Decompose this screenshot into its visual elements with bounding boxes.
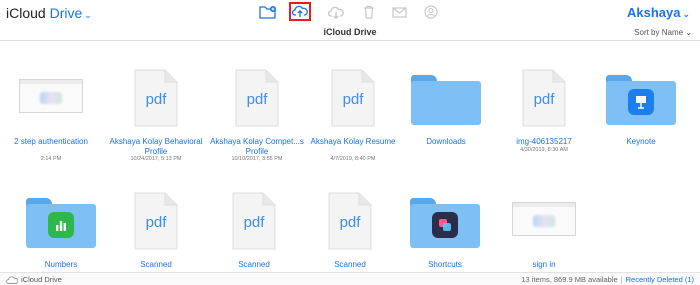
file-name: Scanned — [238, 260, 270, 269]
folder-item-numbers[interactable]: Numbers — [13, 181, 109, 270]
screenshot-thumbnail — [496, 184, 592, 254]
file-date: 10/24/2017, 5:13 PM — [130, 156, 182, 162]
folder-item-shortcuts[interactable]: Shortcuts — [397, 181, 493, 270]
file-name: Scanned — [334, 260, 366, 269]
footer-location: iCloud Drive — [6, 275, 62, 284]
file-name: Akshaya Kolay Behavioral Profile — [109, 137, 203, 156]
pdf-icon: pdf — [145, 214, 167, 231]
folder-icon — [398, 65, 494, 135]
upload-icon[interactable] — [289, 2, 311, 21]
pdf-thumbnail: pdf — [108, 186, 204, 256]
pdf-thumbnail: pdf — [305, 63, 401, 133]
footer-location-label: iCloud Drive — [21, 275, 62, 284]
numbers-app-icon — [48, 212, 74, 238]
folder-name: Shortcuts — [428, 260, 462, 269]
cloud-icon — [6, 275, 18, 284]
screenshot-thumbnail — [3, 61, 99, 131]
app-title-icloud: iCloud — [6, 5, 46, 21]
chevron-down-icon: ⌄ — [682, 9, 690, 19]
pdf-thumbnail: pdf — [496, 63, 592, 133]
file-date: 4/30/2019, 8:30 AM — [520, 147, 568, 153]
file-name: 2 step authentication — [14, 137, 88, 146]
pdf-thumbnail: pdf — [209, 63, 305, 133]
file-item-resume[interactable]: pdf Akshaya Kolay Resume 4/7/2019, 8:40 … — [305, 41, 401, 166]
file-name: Akshaya Kolay Resume — [310, 137, 396, 146]
file-item-behavioral-profile[interactable]: pdf Akshaya Kolay Behavioral Profile 10/… — [108, 41, 204, 166]
page-title: iCloud Drive — [323, 27, 377, 37]
pdf-thumbnail: pdf — [206, 186, 302, 256]
file-date: 10/10/2017, 3:55 PM — [231, 156, 283, 162]
folder-name: Keynote — [626, 137, 656, 146]
separator: | — [620, 275, 623, 284]
location-header: iCloud Drive Sort by Name ⌄ — [0, 25, 700, 41]
sort-dropdown[interactable]: Sort by Name ⌄ — [634, 28, 692, 37]
folder-name: Downloads — [426, 137, 466, 146]
recently-deleted-link[interactable]: Recently Deleted (1) — [626, 275, 694, 284]
footer-info: 13 items, 869.9 MB available | Recently De… — [521, 275, 694, 284]
user-name: Akshaya — [626, 5, 681, 20]
shortcuts-app-icon — [432, 212, 458, 238]
file-name: Akshaya Kolay Compet...s Profile — [210, 137, 304, 156]
pdf-icon: pdf — [339, 214, 361, 231]
pdf-thumbnail: pdf — [302, 186, 398, 256]
file-item-scanned-2[interactable]: pdf Scanned — [206, 181, 302, 270]
file-name: img-406135217 — [516, 137, 572, 146]
chevron-down-icon: ⌄ — [685, 28, 692, 37]
folder-icon — [397, 188, 493, 258]
file-date: 2:14 PM — [40, 156, 62, 162]
file-item-img-406135217[interactable]: pdf img-406135217 4/30/2019, 8:30 AM — [496, 41, 592, 166]
file-item-scanned-1[interactable]: pdf Scanned — [108, 181, 204, 270]
keynote-app-icon — [628, 89, 654, 115]
pdf-icon: pdf — [342, 91, 364, 108]
app-title-drive: Drive — [49, 5, 83, 21]
storage-summary: 13 items, 869.9 MB available — [521, 275, 618, 284]
new-folder-icon[interactable] — [258, 3, 278, 21]
app-title[interactable]: iCloud Drive ⌄ — [6, 5, 92, 21]
folder-name: Numbers — [44, 260, 78, 269]
file-item-competencies-profile[interactable]: pdf Akshaya Kolay Compet...s Profile 10/… — [209, 41, 305, 166]
file-item-2-step-authentication[interactable]: 2 step authentication 2:14 PM — [3, 41, 99, 166]
file-date: 4/7/2019, 8:40 PM — [330, 156, 376, 162]
folder-item-keynote[interactable]: Keynote — [593, 41, 689, 166]
sort-label: Sort by Name — [634, 28, 684, 37]
file-item-sign-in[interactable]: sign in — [496, 181, 592, 270]
share-icon[interactable] — [421, 3, 441, 21]
status-bar: iCloud Drive 13 items, 869.9 MB availabl… — [0, 272, 700, 285]
user-menu[interactable]: Akshaya ⌄ — [627, 5, 690, 20]
pdf-thumbnail: pdf — [108, 63, 204, 133]
folder-icon — [593, 65, 689, 135]
pdf-icon: pdf — [533, 91, 555, 108]
trash-icon[interactable] — [359, 3, 379, 21]
folder-item-downloads[interactable]: Downloads — [398, 41, 494, 166]
file-grid: 2 step authentication 2:14 PM pdf Akshay… — [0, 41, 700, 270]
pdf-icon: pdf — [246, 91, 268, 108]
pdf-icon: pdf — [145, 91, 167, 108]
file-name: Scanned — [140, 260, 172, 269]
chevron-down-icon: ⌄ — [84, 10, 92, 20]
download-icon[interactable] — [326, 3, 346, 21]
file-name: sign in — [532, 260, 556, 269]
toolbar: iCloud Drive ⌄ Akshaya ⌄ — [0, 0, 700, 25]
file-item-scanned-3[interactable]: pdf Scanned — [302, 181, 398, 270]
folder-icon — [13, 188, 109, 258]
pdf-icon: pdf — [243, 214, 265, 231]
mail-icon[interactable] — [389, 3, 409, 21]
